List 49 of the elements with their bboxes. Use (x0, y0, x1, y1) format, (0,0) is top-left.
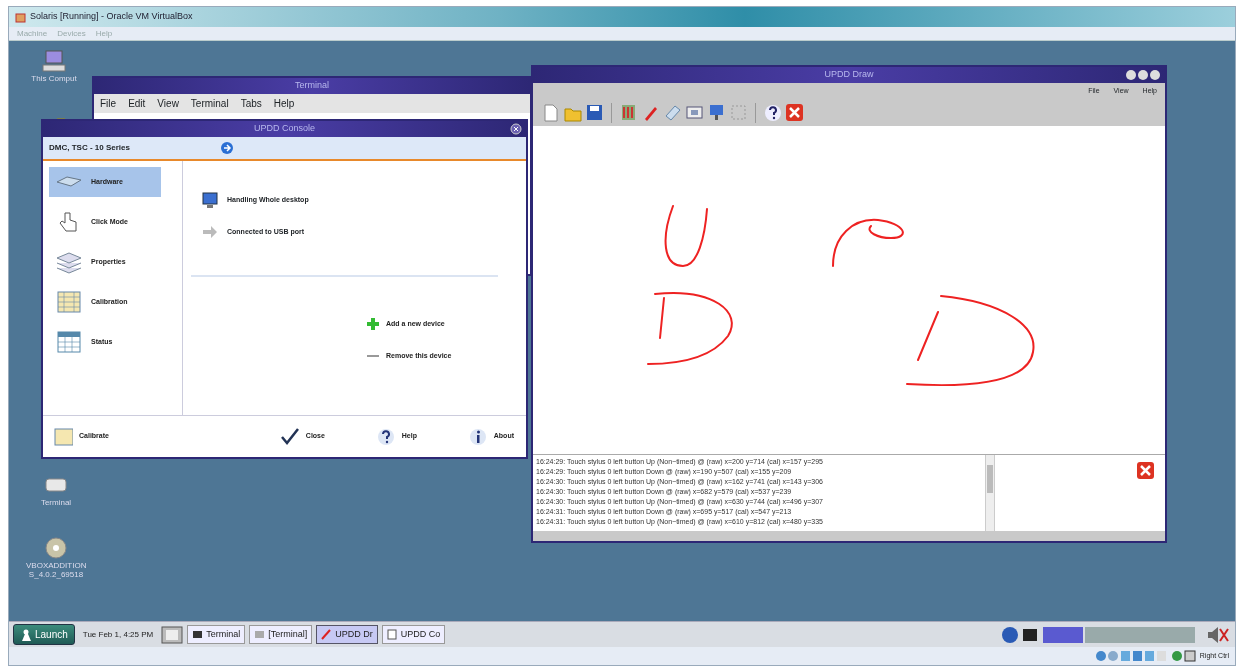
new-file-icon[interactable] (541, 103, 560, 122)
menu-item[interactable]: Terminal (190, 96, 229, 111)
window-controls-icon[interactable] (1125, 69, 1161, 81)
window-title: UPDD Draw (824, 68, 874, 82)
window-title: UPDD Console (254, 122, 315, 136)
desktop-icon-label[interactable]: Terminal (40, 499, 72, 508)
table-icon (55, 330, 83, 354)
computer-icon[interactable] (40, 49, 68, 73)
palette-icon[interactable] (619, 103, 638, 122)
arrow-right-icon (201, 223, 219, 241)
menu-item[interactable]: Tabs (240, 96, 262, 111)
eraser-icon[interactable] (663, 103, 682, 122)
device-name: DMC, TSC - 10 Series (49, 142, 130, 154)
menu-item[interactable]: View (157, 96, 179, 111)
disc-icon[interactable] (42, 536, 70, 560)
menu-item[interactable]: Edit (128, 96, 146, 111)
close-icon[interactable] (510, 123, 522, 135)
desktop-icon-label[interactable]: This Comput (31, 75, 77, 84)
person-icon (20, 628, 32, 641)
taskbar-button[interactable]: UPDD Dr (316, 624, 378, 645)
clock[interactable]: Tue Feb 1, 4:25 PM (78, 628, 158, 641)
desktop-icon-label[interactable]: VBOXADDITION S_4.0.2_69518 (26, 562, 86, 580)
window-title: Terminal (295, 79, 329, 93)
show-desktop-icon[interactable] (161, 625, 184, 644)
scrollbar[interactable] (985, 455, 994, 531)
taskbar-button[interactable]: Terminal (187, 624, 246, 645)
menu-item[interactable]: Help (273, 96, 295, 111)
help-icon[interactable] (763, 103, 782, 122)
pen-icon (321, 629, 333, 640)
arrow-circle-icon[interactable] (219, 141, 234, 155)
layers-icon (55, 250, 83, 274)
plus-icon (366, 317, 380, 331)
window-title: Solaris [Running] - Oracle VM VirtualBox (30, 10, 193, 24)
window-icon (386, 629, 398, 640)
help-icon (375, 426, 396, 447)
taskbar-button[interactable]: UPDD Co (381, 624, 446, 645)
screen-icon[interactable] (685, 103, 704, 122)
monitor-icon (201, 191, 219, 209)
virtualbox-logo-icon (15, 11, 26, 23)
save-icon[interactable] (585, 103, 604, 122)
dotted-square-icon[interactable] (729, 103, 748, 122)
checkmark-icon (279, 426, 300, 447)
menu-item[interactable]: File (100, 96, 117, 111)
grid-icon (53, 426, 73, 447)
taskbar-button[interactable]: [Terminal] (249, 624, 313, 645)
monitor-icon[interactable] (707, 103, 726, 122)
grid-icon (55, 290, 83, 314)
launch-button[interactable]: Launch (13, 624, 75, 645)
info-icon (467, 426, 488, 447)
